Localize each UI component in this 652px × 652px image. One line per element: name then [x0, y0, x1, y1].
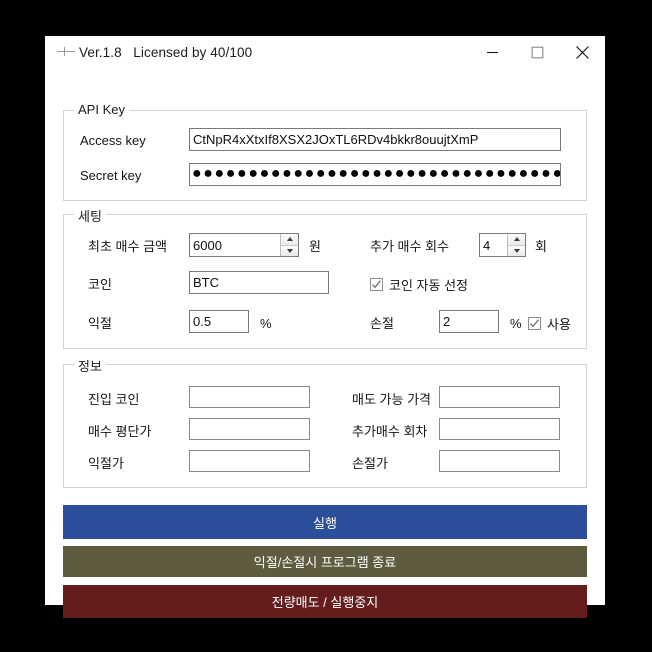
take-profit-label: 익절: [88, 316, 112, 331]
extra-buy-count-decrement[interactable]: [508, 245, 525, 256]
extra-buy-count-unit: 회: [535, 239, 547, 254]
stop-loss-label: 손절: [370, 316, 394, 331]
access-key-label: Access key: [80, 133, 146, 148]
chevron-up-icon: [513, 237, 520, 242]
entry-coin-label: 진입 코인: [88, 392, 140, 407]
screen: Ver.1.8 Licensed by 40/100 API Key Acces…: [0, 0, 652, 652]
settings-group-title: 세팅: [74, 206, 106, 225]
entry-coin-field[interactable]: [189, 386, 310, 408]
client-area: API Key Access key Secret key ●●●●●●●●●●…: [45, 68, 605, 618]
window-title: Ver.1.8 Licensed by 40/100: [79, 44, 253, 60]
auto-select-coin-label: 코인 자동 선정: [389, 278, 468, 293]
check-icon: [372, 280, 381, 289]
stop-loss-unit: %: [510, 316, 522, 331]
api-key-group: API Key Access key Secret key ●●●●●●●●●●…: [63, 102, 587, 201]
first-buy-amount-decrement[interactable]: [281, 245, 298, 256]
avg-buy-price-label: 매수 평단가: [88, 424, 152, 439]
stop-loss-price-field[interactable]: [439, 450, 560, 472]
extra-buy-count-increment[interactable]: [508, 234, 525, 246]
maximize-icon: [531, 46, 544, 58]
first-buy-amount-label: 최초 매수 금액: [88, 239, 167, 254]
take-profit-price-label: 익절가: [88, 456, 124, 471]
take-profit-price-field[interactable]: [189, 450, 310, 472]
chevron-up-icon: [286, 237, 293, 242]
stop-loss-price-label: 손절가: [352, 456, 388, 471]
info-group-title: 정보: [74, 356, 106, 375]
extra-buy-round-field[interactable]: [439, 418, 560, 440]
maximize-button[interactable]: [515, 36, 560, 68]
avg-buy-price-field[interactable]: [189, 418, 310, 440]
close-button[interactable]: [560, 36, 605, 68]
title-bar: Ver.1.8 Licensed by 40/100: [45, 36, 605, 68]
first-buy-amount-increment[interactable]: [281, 234, 298, 246]
take-profit-input[interactable]: [189, 310, 249, 333]
close-icon: [576, 45, 589, 59]
first-buy-amount-stepper[interactable]: 6000: [189, 233, 299, 257]
window-controls: [470, 36, 605, 68]
app-window: Ver.1.8 Licensed by 40/100 API Key Acces…: [45, 36, 605, 618]
minimize-button[interactable]: [470, 36, 515, 68]
extra-buy-round-label: 추가매수 회차: [352, 424, 428, 439]
first-buy-amount-value[interactable]: 6000: [190, 234, 280, 256]
stop-loss-input[interactable]: [439, 310, 499, 333]
extra-buy-count-label: 추가 매수 회수: [370, 239, 449, 254]
extra-buy-count-stepper[interactable]: 4: [479, 233, 526, 257]
info-group: 정보 진입 코인 매도 가능 가격 매수 평단가 추가매수 회차 익절가 손절가: [63, 356, 587, 488]
extra-buy-count-value[interactable]: 4: [480, 234, 507, 256]
coin-input[interactable]: [189, 271, 329, 294]
settings-group: 세팅 최초 매수 금액 6000 원 추가 매수 회수 4 회 코인 BTC 코…: [63, 206, 587, 349]
secret-key-label: Secret key: [80, 168, 142, 183]
chevron-down-icon: [286, 248, 293, 253]
api-key-group-title: API Key: [74, 102, 129, 117]
extra-buy-count-spin-buttons[interactable]: [507, 234, 525, 256]
stop-loss-use-label: 사용: [547, 317, 571, 332]
minimize-icon: [487, 51, 498, 53]
check-icon: [530, 319, 539, 328]
checkbox-box: [528, 317, 541, 330]
first-buy-amount-spin-buttons[interactable]: [280, 234, 298, 256]
auto-select-coin-checkbox[interactable]: 코인 자동 선정: [370, 275, 468, 294]
first-buy-amount-unit: 원: [309, 239, 321, 254]
sell-all-stop-button[interactable]: 전량매도 / 실행중지: [63, 585, 587, 618]
stop-loss-use-checkbox[interactable]: 사용: [528, 314, 571, 333]
checkbox-box: [370, 278, 383, 291]
coin-label: 코인: [88, 277, 112, 292]
take-profit-unit: %: [260, 316, 272, 331]
run-button[interactable]: 실행: [63, 505, 587, 539]
app-dash-icon: [55, 36, 77, 68]
sellable-price-label: 매도 가능 가격: [352, 392, 431, 407]
exit-on-tp-sl-button[interactable]: 익절/손절시 프로그램 종료: [63, 546, 587, 577]
secret-key-input[interactable]: ●●●●●●●●●●●●●●●●●●●●●●●●●●●●●●●●●●●●●●●●: [189, 163, 561, 186]
sellable-price-field[interactable]: [439, 386, 560, 408]
chevron-down-icon: [513, 248, 520, 253]
access-key-input[interactable]: [189, 128, 561, 151]
